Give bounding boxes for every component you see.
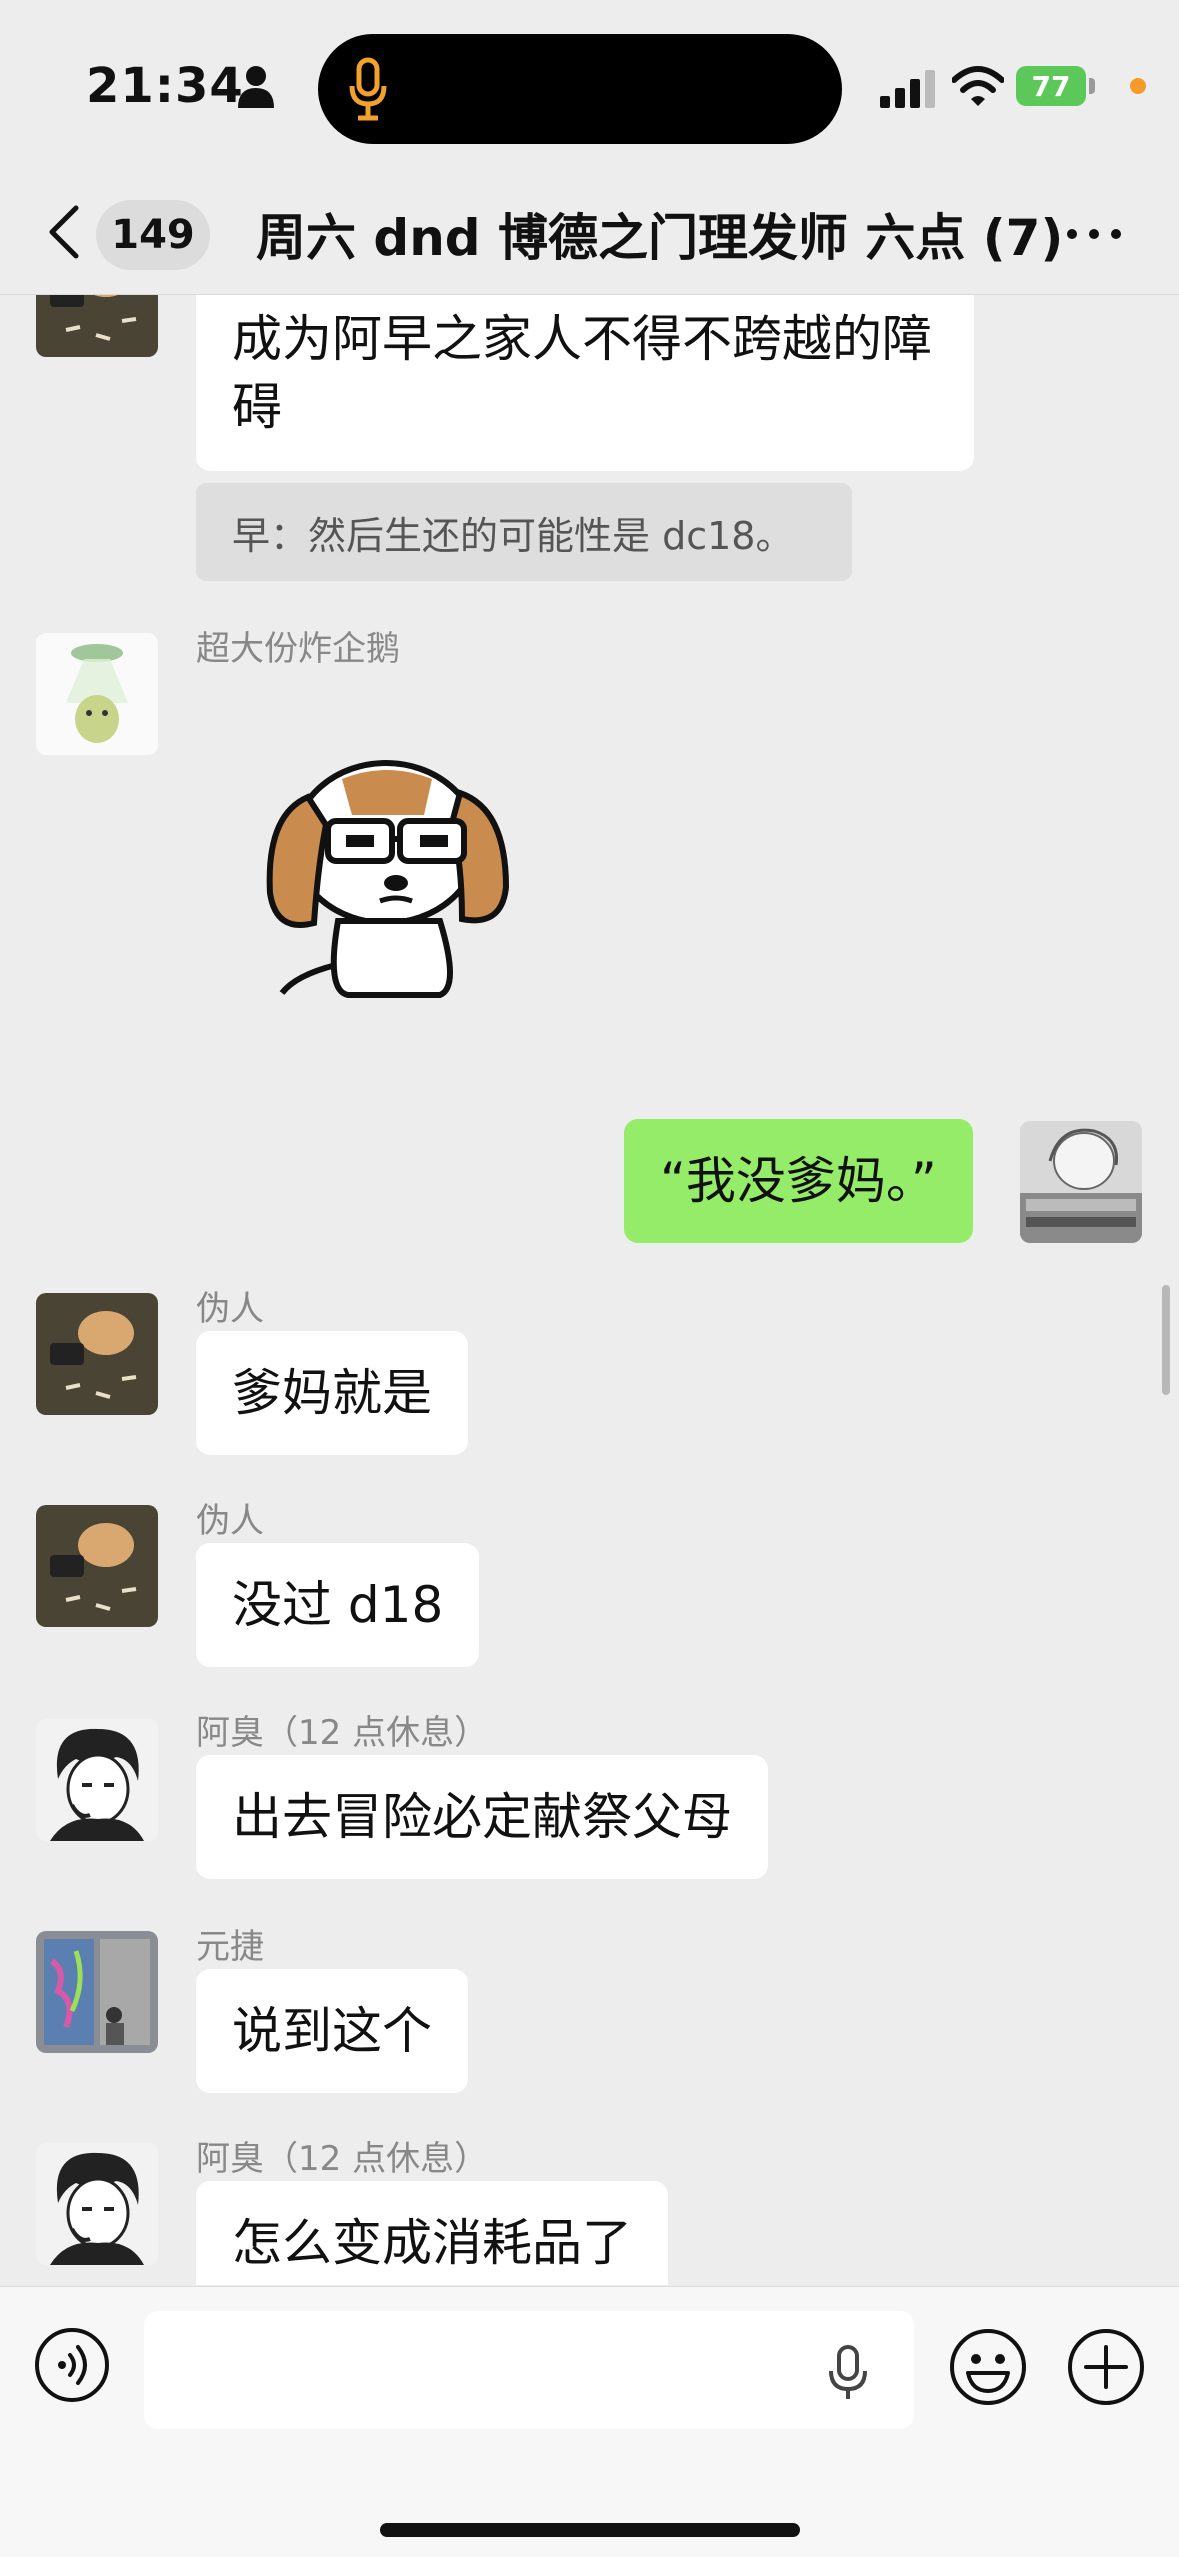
message-bubble[interactable]: 怎么变成消耗品了: [196, 2181, 668, 2285]
dynamic-island: [318, 34, 842, 144]
sender-name: 阿臭（12 点休息）: [196, 2139, 489, 2179]
avatar[interactable]: [36, 633, 158, 755]
message-list[interactable]: 成为阿早之家人不得不跨越的障 碍 早：然后生还的可能性是 dc18。 超大份炸企…: [0, 295, 1179, 2285]
avatar[interactable]: [36, 2143, 158, 2265]
message-text-line: 碍: [232, 378, 282, 436]
microphone-icon[interactable]: [826, 2345, 870, 2401]
avatar-self[interactable]: [1020, 1121, 1142, 1243]
message-text: 没过 d18: [232, 1576, 444, 1634]
signal-icon: [880, 70, 935, 108]
scrollbar[interactable]: [1162, 1285, 1170, 1395]
plus-icon[interactable]: [1066, 2327, 1146, 2407]
message-bubble-outgoing[interactable]: “我没爹妈。”: [624, 1119, 973, 1243]
emoji-icon[interactable]: [948, 2327, 1028, 2407]
avatar[interactable]: [36, 1505, 158, 1627]
status-time: 21:34: [86, 58, 244, 114]
privacy-indicator: [1130, 78, 1146, 94]
sender-name: 伪人: [196, 1289, 264, 1329]
message-text-line: 成为阿早之家人不得不跨越的障: [232, 310, 932, 368]
battery-level: 77: [1031, 69, 1071, 103]
voice-toggle-icon[interactable]: [34, 2327, 110, 2403]
wifi-icon: [952, 66, 1004, 106]
message-bubble[interactable]: 出去冒险必定献祭父母: [196, 1755, 768, 1879]
avatar[interactable]: [36, 1293, 158, 1415]
more-icon[interactable]: [1064, 224, 1124, 244]
battery-icon: 77: [1016, 66, 1086, 106]
sender-name: 元捷: [196, 1927, 264, 1967]
message-text: 怎么变成消耗品了: [232, 2214, 632, 2272]
battery-cap: [1089, 78, 1095, 94]
message-text: 说到这个: [232, 2002, 432, 2060]
input-bar: [0, 2286, 1179, 2557]
sender-name: 伪人: [196, 1501, 264, 1541]
message-bubble[interactable]: 说到这个: [196, 1969, 468, 2093]
message-text: 爹妈就是: [232, 1364, 432, 1422]
chat-header: 149 周六 dnd 博德之门理发师 六点 (7): [0, 180, 1179, 295]
microphone-icon: [349, 57, 387, 121]
home-indicator[interactable]: [380, 2523, 800, 2537]
chat-title: 周六 dnd 博德之门理发师 六点 (7): [256, 209, 1064, 267]
avatar[interactable]: [36, 1931, 158, 2053]
sender-name: 超大份炸企鹅: [196, 629, 400, 669]
message-text: “我没爹妈。”: [660, 1152, 937, 1210]
message-bubble[interactable]: 爹妈就是: [196, 1331, 468, 1455]
avatar[interactable]: [36, 295, 158, 357]
message-bubble[interactable]: 成为阿早之家人不得不跨越的障 碍: [196, 295, 974, 471]
person-icon: [238, 66, 274, 108]
message-input[interactable]: [144, 2311, 914, 2429]
unread-count-badge[interactable]: 149: [96, 200, 210, 270]
quoted-reply[interactable]: 早：然后生还的可能性是 dc18。: [196, 483, 852, 581]
avatar[interactable]: [36, 1719, 158, 1841]
back-chevron-icon[interactable]: [44, 204, 84, 260]
status-bar: 21:34 77: [0, 0, 1179, 180]
message-bubble[interactable]: 没过 d18: [196, 1543, 480, 1667]
sender-name: 阿臭（12 点休息）: [196, 1713, 489, 1753]
beagle-glasses-sticker[interactable]: [256, 755, 526, 1007]
message-text: 出去冒险必定献祭父母: [232, 1788, 732, 1846]
